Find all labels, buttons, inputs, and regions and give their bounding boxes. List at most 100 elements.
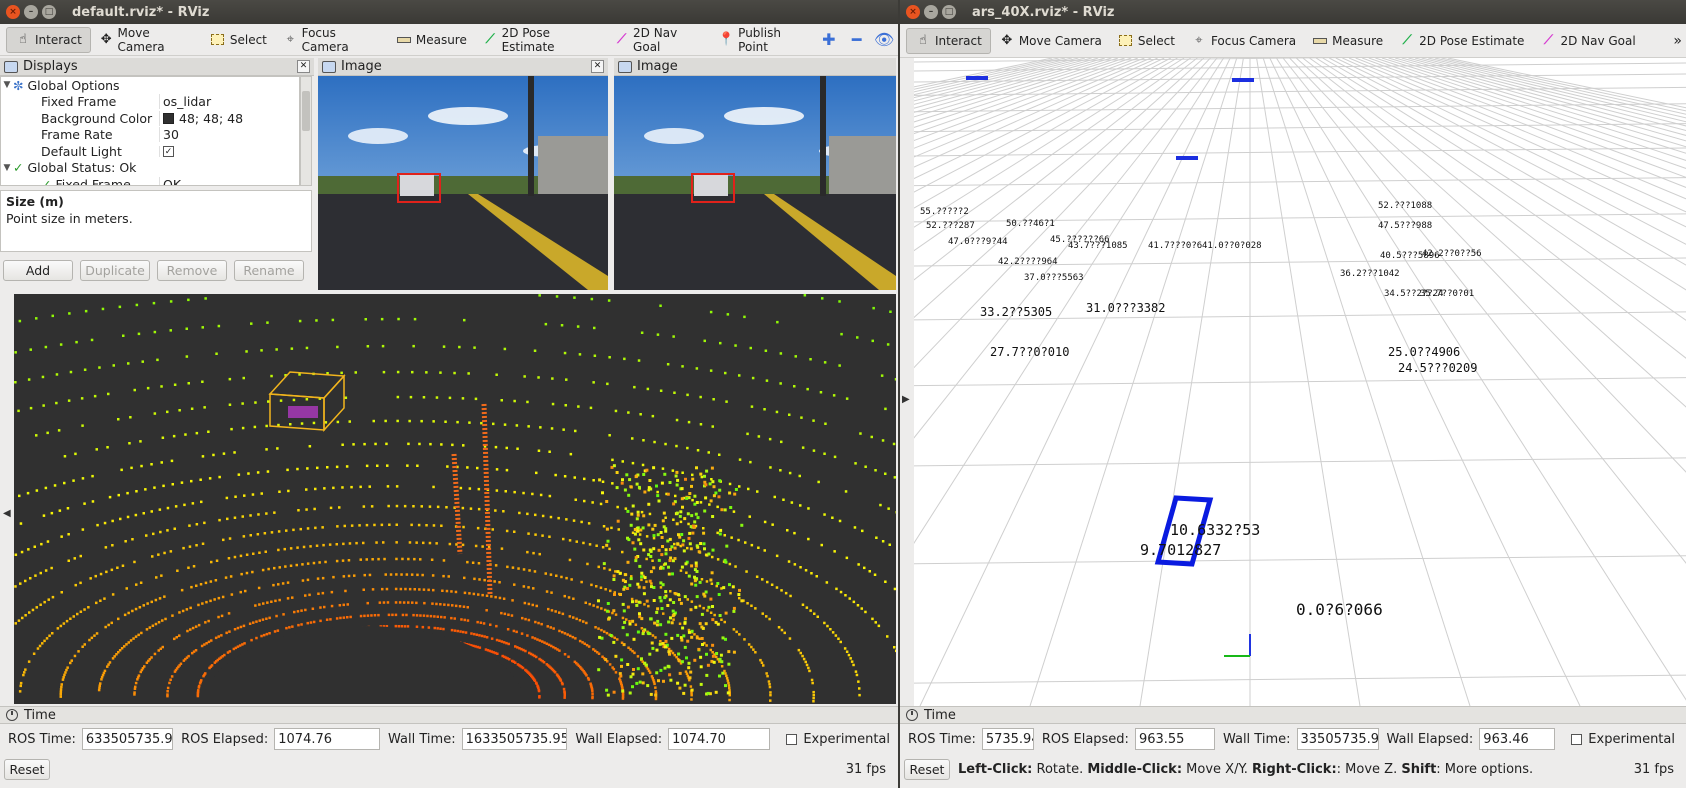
experimental-checkbox[interactable] [1571, 733, 1583, 745]
fps-counter: 31 fps [1633, 761, 1674, 777]
tool-select[interactable]: Select [202, 27, 275, 53]
tree-row-fixed-frame[interactable]: Fixed Frame os_lidar [1, 94, 299, 111]
maximize-window-icon[interactable]: □ [942, 5, 956, 19]
tool-focus-camera[interactable]: ⌖ Focus Camera [275, 26, 388, 54]
tool-select[interactable]: Select [1110, 28, 1183, 54]
hint-key: Left-Click: [958, 761, 1033, 777]
expand-arrow-icon[interactable]: ▼ [1, 163, 13, 173]
ros-elapsed-field[interactable]: 963.55 [1134, 728, 1215, 750]
sensor-void [204, 626, 524, 704]
tool-measure[interactable]: Measure [388, 27, 475, 53]
lidar-ring [14, 344, 887, 411]
minimize-window-icon[interactable]: – [924, 5, 938, 19]
maximize-window-icon[interactable]: □ [42, 5, 56, 19]
ros-time-label: ROS Time: [8, 731, 76, 747]
tool-move-camera[interactable]: ✥ Move Camera [91, 26, 202, 54]
tool-2d-nav-goal[interactable]: ⟋ 2D Nav Goal [1532, 28, 1643, 54]
tree-row-background-color[interactable]: Background Color 48; 48; 48 [1, 110, 299, 127]
tree-row-default-light[interactable]: Default Light ✓ [1, 143, 299, 160]
experimental-checkbox[interactable] [786, 733, 798, 745]
displays-panel: Displays ✕ ▼ ✼ Global Options Fixed Frame … [0, 58, 314, 288]
radar-distance-label: 55.?????2 [920, 207, 969, 217]
expand-arrow-icon[interactable]: ▼ [1, 80, 13, 90]
view-eye-icon[interactable]: 👁 [870, 27, 898, 53]
add-tool-icon[interactable]: ✚ [815, 27, 843, 53]
reset-button[interactable]: Reset [4, 758, 50, 780]
toolbar-overflow-icon[interactable]: » [1673, 33, 1682, 49]
panel-title: Image [341, 59, 382, 74]
add-button[interactable]: Add [3, 260, 73, 281]
tool-move-camera[interactable]: ✥ Move Camera [991, 28, 1110, 54]
tool-publish-point[interactable]: 📍 Publish Point [710, 26, 815, 54]
wall-elapsed-label: Wall Elapsed: [1386, 731, 1474, 747]
lidar-pole [481, 403, 493, 595]
wall-time-field[interactable]: 1633505735.95 [461, 728, 568, 750]
tool-2d-nav-goal[interactable]: ⟋ 2D Nav Goal [606, 26, 710, 54]
tree-row-frame-rate[interactable]: Frame Rate 30 [1, 127, 299, 144]
radar-distance-label: 42.2????964 [998, 257, 1058, 267]
experimental-label: Experimental [1588, 731, 1675, 747]
panel-title: Time [924, 707, 956, 723]
displays-header: Displays ✕ [0, 58, 314, 76]
reset-button[interactable]: Reset [904, 758, 950, 780]
experimental-toggle[interactable]: Experimental [786, 732, 890, 747]
status-ok-icon: ✓ [13, 160, 24, 176]
radar-distance-label: 47.0???9?44 [948, 237, 1008, 247]
tree-row-fixed-frame-status[interactable]: ✓ Fixed Frame OK [1, 176, 299, 186]
color-swatch[interactable] [163, 112, 174, 124]
wall-elapsed-field[interactable]: 1074.70 [668, 728, 771, 750]
rename-button[interactable]: Rename [234, 260, 304, 281]
close-panel-icon[interactable]: ✕ [591, 60, 604, 73]
tool-bar: ☝ Interact ✥ Move Camera Select ⌖ Focus Cam… [0, 24, 898, 56]
image-icon [322, 60, 336, 73]
wall-time-field[interactable]: 33505735.97 [1296, 728, 1379, 750]
lidar-ring [17, 370, 896, 446]
tool-interact[interactable]: ☝ Interact [6, 26, 91, 53]
tool-2d-pose-estimate[interactable]: ⟋ 2D Pose Estimate [1391, 28, 1532, 54]
tree-value[interactable]: 48; 48; 48 [179, 111, 243, 126]
radar-distance-label: 41.0??0?028 [1202, 241, 1262, 251]
remove-button[interactable]: Remove [157, 260, 227, 281]
tool-focus-camera[interactable]: ⌖ Focus Camera [1183, 28, 1304, 54]
displays-scrollbar[interactable] [300, 76, 312, 186]
tree-row-global-status[interactable]: ▼ ✓ Global Status: Ok [1, 160, 299, 177]
time-panel: Time ROS Time: 5735.94 ROS Elapsed: 963.… [900, 706, 1686, 788]
tool-2d-pose-estimate[interactable]: ⟋ 2D Pose Estimate [475, 26, 607, 54]
clock-icon [6, 709, 18, 721]
radar-distance-label: 37.0???5563 [1024, 273, 1084, 283]
ros-time-field[interactable]: 633505735.92 [81, 728, 174, 750]
close-panel-icon[interactable]: ✕ [297, 60, 310, 73]
select-icon [210, 32, 226, 48]
target-distance-label: 9.7012827 [1140, 541, 1221, 559]
nav-goal-arrow-icon: ⟋ [1543, 33, 1553, 48]
duplicate-button[interactable]: Duplicate [80, 260, 150, 281]
tree-value[interactable]: 30 [163, 127, 179, 142]
wall-elapsed-field[interactable]: 963.46 [1479, 728, 1556, 750]
collapse-left-icon[interactable]: ◀ [3, 508, 11, 519]
default-light-checkbox[interactable]: ✓ [163, 145, 174, 157]
tool-measure[interactable]: Measure [1304, 28, 1391, 54]
close-window-icon[interactable]: × [906, 5, 920, 19]
radar-distance-label: 42.2??0??56 [1422, 249, 1482, 259]
lidar-ring [803, 294, 892, 313]
remove-tool-icon[interactable]: ━ [843, 27, 871, 53]
tree-value[interactable]: os_lidar [163, 94, 211, 109]
minimize-window-icon[interactable]: – [24, 5, 38, 19]
radar-3d-view[interactable]: 33.2??5305 31.0???3382 27.7??0?010 25.0??49… [914, 58, 1686, 706]
collapse-left-icon[interactable]: ▶ [902, 394, 910, 405]
lidar-3d-view[interactable] [14, 294, 896, 704]
hint-text: : Move Z. [1336, 761, 1402, 777]
tree-label: Fixed Frame [55, 176, 131, 186]
pointcloud [14, 294, 896, 704]
ros-elapsed-field[interactable]: 1074.76 [274, 728, 381, 750]
focus-camera-icon: ⌖ [286, 32, 294, 47]
tool-interact[interactable]: ☝ Interact [906, 27, 991, 54]
camera-image [318, 76, 608, 290]
tree-label: Global Status: Ok [27, 160, 137, 176]
close-window-icon[interactable]: × [6, 5, 20, 19]
tree-row-global-options[interactable]: ▼ ✼ Global Options [1, 77, 299, 94]
lidar-ring [14, 317, 896, 381]
experimental-toggle[interactable]: Experimental [1571, 732, 1675, 747]
ros-time-field[interactable]: 5735.94 [981, 728, 1034, 750]
ros-time-label: ROS Time: [908, 731, 976, 747]
